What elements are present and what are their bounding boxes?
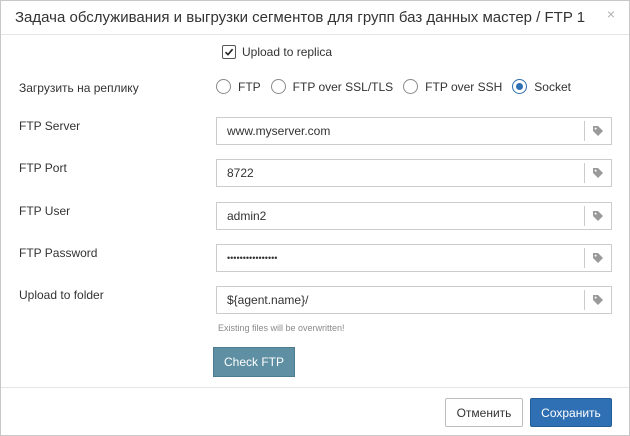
ftp-user-group (216, 202, 612, 230)
radio-ftp-ssh-circle[interactable] (403, 79, 419, 94)
folder-hint: Existing files will be overwritten! (218, 323, 345, 333)
radio-ftp-ssl[interactable]: FTP over SSL/TLS (270, 79, 394, 94)
protocol-radio-group: FTP FTP over SSL/TLS FTP over SSH Socket (216, 79, 581, 94)
radio-ftp-ssh-label: FTP over SSH (425, 79, 503, 94)
ftp-password-label: FTP Password (19, 246, 98, 260)
dialog-footer: Отменить Сохранить (1, 387, 629, 435)
tag-icon[interactable] (584, 163, 611, 183)
tag-icon[interactable] (584, 290, 611, 310)
ftp-password-input[interactable] (217, 245, 584, 271)
ftp-server-group (216, 117, 612, 145)
dialog-header: Задача обслуживания и выгрузки сегментов… (1, 1, 629, 35)
upload-folder-label: Upload to folder (19, 288, 104, 302)
cancel-button[interactable]: Отменить (445, 398, 523, 427)
ftp-server-input[interactable] (217, 118, 584, 144)
radio-socket-label: Socket (534, 79, 571, 94)
upload-to-replica-label: Upload to replica (242, 45, 333, 59)
ftp-password-group (216, 244, 612, 272)
radio-ftp-label: FTP (238, 79, 261, 94)
dialog: Задача обслуживания и выгрузки сегментов… (0, 0, 630, 436)
check-ftp-button[interactable]: Check FTP (213, 347, 295, 377)
radio-socket-circle[interactable] (512, 79, 528, 94)
protocol-label: Загрузить на реплику (19, 81, 139, 95)
radio-ftp-circle[interactable] (216, 79, 231, 94)
ftp-user-input[interactable] (217, 203, 584, 229)
ftp-port-label: FTP Port (19, 161, 67, 175)
dialog-title: Задача обслуживания и выгрузки сегментов… (15, 9, 586, 26)
ftp-port-group (216, 159, 612, 187)
ftp-server-label: FTP Server (19, 119, 81, 133)
save-button[interactable]: Сохранить (530, 398, 612, 427)
checkmark-icon (224, 48, 234, 56)
radio-ftp-ssl-circle[interactable] (270, 79, 286, 94)
upload-to-replica-checkbox-row[interactable]: Upload to replica (222, 45, 332, 59)
tag-icon[interactable] (584, 121, 611, 141)
tag-icon[interactable] (584, 248, 611, 268)
ftp-user-label: FTP User (19, 204, 71, 218)
radio-ftp-ssl-label: FTP over SSL/TLS (292, 79, 394, 94)
radio-socket[interactable]: Socket (512, 79, 571, 94)
close-icon[interactable]: × (607, 6, 615, 22)
upload-folder-group (216, 286, 612, 314)
radio-ftp[interactable]: FTP (216, 79, 261, 94)
ftp-port-input[interactable] (217, 160, 584, 186)
tag-icon[interactable] (584, 206, 611, 226)
upload-to-replica-checkbox[interactable] (222, 45, 236, 59)
radio-ftp-ssh[interactable]: FTP over SSH (403, 79, 502, 94)
upload-folder-input[interactable] (217, 287, 584, 313)
